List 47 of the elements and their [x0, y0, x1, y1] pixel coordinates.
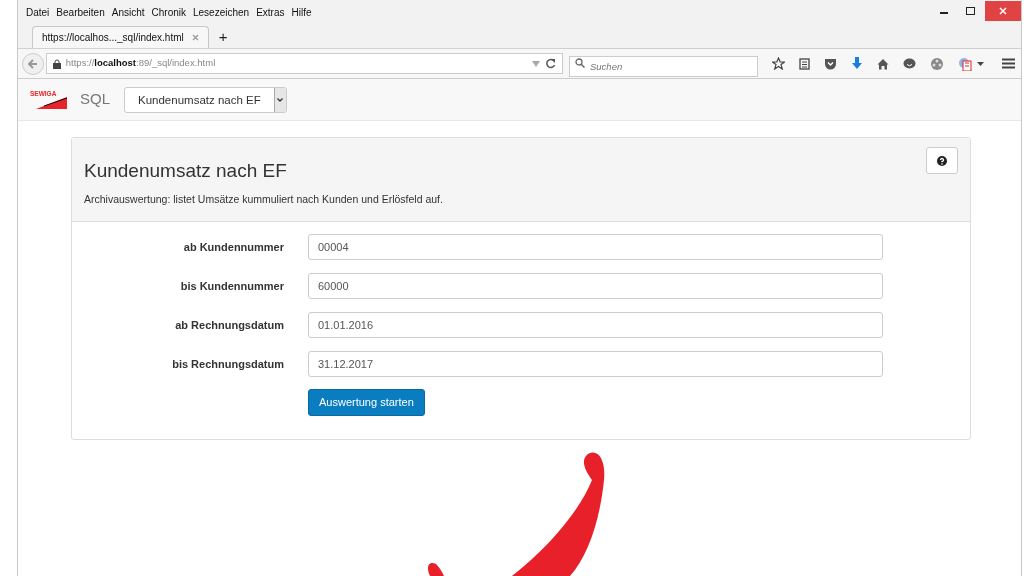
back-button[interactable] — [22, 52, 44, 75]
menu-item[interactable]: Datei — [26, 5, 50, 20]
close-icon[interactable] — [191, 34, 199, 41]
menu-item[interactable]: Extras — [256, 5, 285, 20]
menu-item[interactable]: Chronik — [151, 5, 186, 20]
menu-item[interactable]: Ansicht — [111, 5, 145, 20]
search-field[interactable]: Suchen — [569, 56, 758, 77]
menu-item[interactable]: Hilfe — [291, 5, 312, 20]
film-reel-icon[interactable] — [930, 56, 944, 71]
chat-icon[interactable] — [903, 57, 916, 70]
menu-item[interactable]: Bearbeiten — [56, 5, 105, 20]
caret-icon[interactable] — [977, 61, 984, 66]
menu-item[interactable]: Lesezeichen — [193, 5, 250, 20]
chevron-down-icon — [277, 97, 284, 102]
field-label: ab Rechnungsdatum — [174, 317, 284, 333]
download-icon[interactable] — [851, 57, 863, 70]
maximize-icon[interactable] — [966, 7, 975, 15]
input-field[interactable]: 60000 — [308, 273, 883, 299]
help-icon — [937, 155, 947, 166]
input-field[interactable]: 00004 — [308, 234, 883, 260]
panel-title: Kundenumsatz nach EF — [84, 159, 287, 183]
home-icon[interactable] — [877, 57, 889, 70]
field-label: bis Kundennummer — [179, 278, 284, 294]
tab-title: https://localhos..._sql/index.html — [42, 31, 184, 45]
input-field[interactable]: 01.01.2016 — [308, 312, 883, 338]
search-icon — [575, 58, 585, 68]
pocket-icon[interactable] — [824, 57, 837, 70]
app-title: SQL — [80, 89, 110, 110]
close-icon — [999, 7, 1007, 15]
star-icon[interactable] — [772, 57, 785, 70]
pdf-icon[interactable] — [958, 56, 972, 71]
panel-description: Archivauswertung: listet Umsätze kummuliert nach Kunden und Erlösfeld auf. — [84, 192, 444, 207]
menu-icon[interactable] — [1002, 58, 1015, 69]
lock-icon — [52, 58, 61, 69]
back-arrow-icon — [27, 58, 38, 69]
clipboard-icon[interactable] — [799, 57, 810, 70]
help-button[interactable] — [926, 147, 958, 174]
new-tab-button[interactable]: + — [214, 28, 232, 46]
address-bar[interactable]: https://localhost:89/_sql/index.html — [45, 53, 563, 74]
input-field[interactable]: 31.12.2017 — [308, 351, 883, 377]
reload-icon[interactable] — [545, 58, 556, 69]
start-report-button[interactable]: Auswertung starten — [308, 389, 425, 416]
field-label: ab Kundennummer — [182, 239, 284, 255]
field-label: bis Rechnungsdatum — [171, 356, 284, 372]
report-select[interactable]: Kundenumsatz nach EF — [124, 86, 287, 113]
url-text: https://localhost:89/_sql/index.html — [65, 56, 217, 71]
browser-tab[interactable]: https://localhos..._sql/index.html — [32, 26, 209, 48]
